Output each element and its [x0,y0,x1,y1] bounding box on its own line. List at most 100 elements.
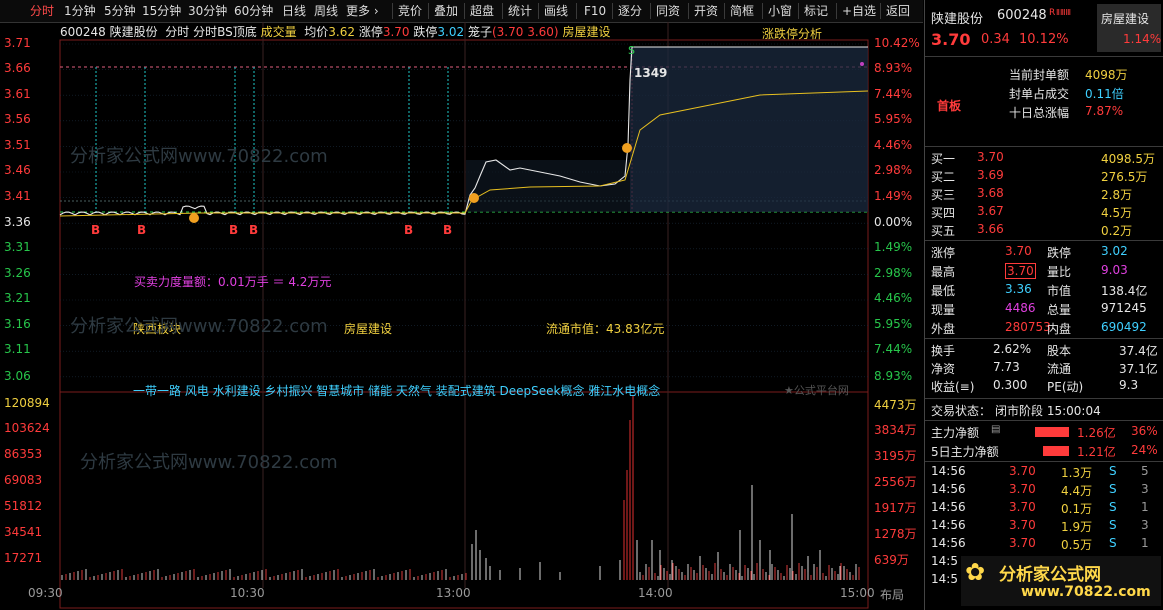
volume-tick: 3834万 [874,423,917,437]
bid-price[interactable]: 3.69 [977,168,1004,182]
tick-volume: 4.4万 [1061,484,1093,498]
tab-fenshi[interactable]: 分时 [28,0,56,22]
stat-label: 换手 [931,344,956,358]
price-tick: 3.41 [4,189,31,203]
bid-price[interactable]: 3.66 [977,222,1004,236]
trade-status: 闭市阶段 15:00:04 [995,404,1101,418]
stat-label: 总量 [1047,303,1072,317]
r-flag-mark: ⅡⅢⅢ [1056,8,1071,17]
tab-week[interactable]: 周线 [312,0,340,22]
quote-panel: 陕建股份 600248 R ⅡⅢⅢ 房屋建设 1.14% 3.70 0.34 1… [924,0,1163,610]
concept-tags[interactable]: 一带一路 风电 水利建设 乡村振兴 智慧城市 储能 天然气 装配式建筑 Deep… [133,382,660,399]
btn-overlay[interactable]: 叠加 [432,0,460,22]
btn-f10[interactable]: F10 [582,0,608,22]
bid-volume: 4098.5万 [1101,152,1155,166]
tick-time: 14:56 [931,536,966,550]
limit-up-label: 涨停 [358,25,383,39]
volume-tick: 1917万 [874,501,917,515]
stock-code: 600248 [60,25,106,39]
bid-price[interactable]: 3.67 [977,204,1004,218]
period-toolbar: 分时 1分钟 5分钟 15分钟 30分钟 60分钟 日线 周线 更多 › 竞价 … [0,0,923,23]
btn-superdisk[interactable]: 超盘 [468,0,496,22]
b-signal: B [137,223,147,237]
pct-tick: 1.49% [874,240,913,254]
stat-label: 净资 [931,362,956,376]
tick-price: 3.70 [1009,518,1036,532]
btn-mark[interactable]: 标记 [802,0,830,22]
btn-auction[interactable]: 竞价 [396,0,424,22]
price-label: 1349 [634,66,668,80]
btn-kaizi[interactable]: 开资 [692,0,720,22]
tick-direction: S [1109,464,1117,478]
volume-tick: 4473万 [874,398,917,412]
tab-more[interactable]: 更多 › [344,0,381,22]
btn-tongzi[interactable]: 同资 [654,0,682,22]
price-change: 0.34 [981,32,1010,47]
price-tick: 3.56 [4,112,31,126]
tick-count: 3 [1141,482,1149,496]
tab-5min[interactable]: 5分钟 [102,0,138,22]
stat-value: 3.70 [1005,263,1036,279]
tick-direction: S [1109,518,1117,532]
list-icon[interactable]: ▤ [991,424,1000,435]
btn-stats[interactable]: 统计 [506,0,534,22]
btn-draw[interactable]: 画线 [542,0,570,22]
limit-up-value: 3.70 [382,25,410,39]
stat-label: 量比 [1047,265,1072,279]
chart-type-label: 分时 [165,25,190,39]
sector-box[interactable]: 房屋建设 1.14% [1097,4,1161,52]
tick-volume: 0.5万 [1061,538,1093,552]
tick-direction: S [1109,482,1117,496]
stat-label: 最高 [931,265,956,279]
industry-block[interactable]: 房屋建设 [344,320,392,337]
limit-down-label: 跌停 [413,25,438,39]
float-market-cap: 流通市值：43.83亿元 [546,322,665,336]
stat-value: 2.62% [993,342,1032,356]
stock-name: 陕建股份 [109,25,158,39]
stat-value: 690492 [1101,320,1147,334]
main-net-label: 主力净额 [931,426,980,440]
tick-time: 14:56 [931,464,966,478]
logo-badge: ✿ 分析家公式网 www.70822.com [961,556,1161,606]
watermark: 分析家公式网www.70822.com [70,146,328,167]
btn-per-minute[interactable]: 逐分 [616,0,644,22]
tab-day[interactable]: 日线 [280,0,308,22]
stat-value: 7.73 [993,360,1020,374]
bid-price[interactable]: 3.68 [977,186,1004,200]
indicator-name[interactable]: 分时BS顶底 [193,25,257,39]
bid-label: 买四 [931,206,956,220]
buysell-strength: 买卖力度量额：0.01万手 ＝ 4.2万元 [134,275,332,289]
tick-direction: S [1109,536,1117,550]
main-net-pct: 36% [1131,424,1158,438]
pct-tick: 4.46% [874,291,913,305]
btn-small-window[interactable]: 小窗 [766,0,794,22]
stock-code: 600248 [997,8,1047,23]
tick-price: 3.70 [1009,464,1036,478]
logo-url: www.70822.com [1021,584,1151,600]
first-board-tag: 首板 [937,99,962,113]
tab-60min[interactable]: 60分钟 [232,0,275,22]
tab-1min[interactable]: 1分钟 [62,0,98,22]
price-tick: 3.11 [4,342,31,356]
tab-15min[interactable]: 15分钟 [140,0,183,22]
pct-tick: 10.42% [874,36,920,50]
layout-button[interactable]: 布局 [880,586,904,603]
sector-label[interactable]: 房屋建设 [562,25,610,39]
tick-price: 3.70 [1009,482,1036,496]
price-tick: 3.71 [4,36,31,50]
stat-value: 138.4亿 [1101,284,1148,298]
btn-back[interactable]: 返回 [884,0,912,22]
btn-simple-frame[interactable]: 简框 [728,0,756,22]
btn-add-watchlist[interactable]: +自选 [840,0,878,22]
tab-30min[interactable]: 30分钟 [186,0,229,22]
bid-price[interactable]: 3.70 [977,150,1004,164]
limit-analysis-button[interactable]: 涨跌停分析 [762,25,822,42]
bid-volume: 276.5万 [1101,170,1148,184]
stat-label: 收益(≡) [931,380,975,394]
time-tick: 15:00 [840,586,875,600]
main-net-value: 1.26亿 [1077,426,1116,440]
volume-tick: 120894 [4,396,50,410]
stat-value: 3.36 [1005,282,1032,296]
avg-price-label: 均价 [304,25,329,39]
volume-tick: 639万 [874,553,909,567]
